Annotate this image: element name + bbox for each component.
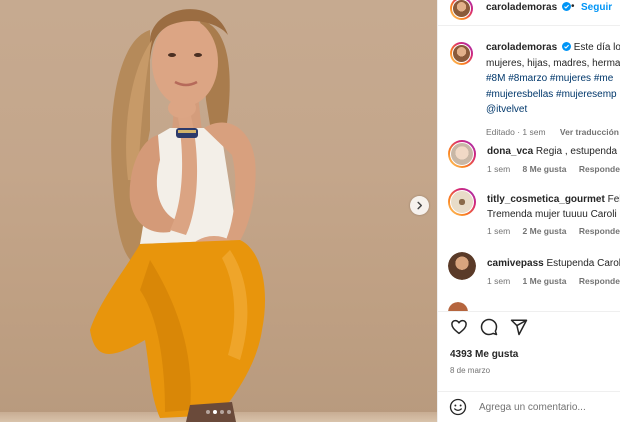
comment-text: Regia , estupenda . bbox=[535, 146, 620, 157]
post-actions bbox=[450, 318, 528, 336]
comment-meta: 1 sem 1 Me gusta Responder bbox=[487, 276, 620, 286]
comment-body: titly_cosmetica_gourmet Feli Tremenda mu… bbox=[487, 192, 620, 222]
comment-avatar[interactable] bbox=[448, 302, 468, 311]
comment-text: Feli bbox=[607, 194, 620, 205]
chevron-right-icon bbox=[417, 201, 423, 210]
follow-button[interactable]: Seguir bbox=[581, 2, 612, 13]
comment-body: camivepass Estupenda Carola bbox=[487, 256, 620, 271]
comment-time: 1 sem bbox=[487, 226, 511, 236]
next-image-button[interactable] bbox=[410, 196, 429, 215]
caption-hashtags-1[interactable]: #8M #8marzo #mujeres #me bbox=[486, 71, 620, 87]
comment-meta: 1 sem 2 Me gusta Responder bbox=[487, 226, 620, 236]
emoji-icon[interactable] bbox=[449, 398, 467, 416]
comment-likes[interactable]: 8 Me gusta bbox=[523, 164, 567, 174]
caption-meta: Editado · 1 sem Ver traducción bbox=[486, 127, 619, 137]
comment-likes[interactable]: 1 Me gusta bbox=[523, 276, 567, 286]
comment-likes[interactable]: 2 Me gusta bbox=[523, 226, 567, 236]
actions-divider bbox=[438, 311, 620, 312]
reply-button[interactable]: Responder bbox=[579, 276, 620, 286]
comment-time: 1 sem bbox=[487, 276, 511, 286]
comment-username[interactable]: dona_vca bbox=[487, 146, 533, 157]
caption-line-1: Este día lo bbox=[573, 42, 620, 53]
verified-badge-icon bbox=[561, 2, 571, 11]
post-media[interactable] bbox=[0, 0, 437, 422]
add-comment-bar bbox=[438, 391, 620, 422]
comment-meta: 1 sem 8 Me gusta Responder bbox=[487, 164, 620, 174]
author-avatar[interactable] bbox=[450, 0, 473, 20]
comment-username[interactable]: camivepass bbox=[487, 258, 544, 269]
reply-button[interactable]: Responder bbox=[579, 226, 620, 236]
send-icon[interactable] bbox=[510, 318, 528, 336]
post-sidebar: carolademoras • Seguir carolademoras Est… bbox=[437, 0, 620, 422]
comment-avatar[interactable] bbox=[448, 252, 476, 280]
author-username[interactable]: carolademoras bbox=[486, 2, 571, 13]
caption-hashtags-2[interactable]: #mujeresbellas #mujeresemp bbox=[486, 87, 620, 103]
carousel-dot-active bbox=[213, 410, 217, 414]
caption-avatar[interactable] bbox=[450, 42, 473, 65]
likes-count[interactable]: 4393 Me gusta bbox=[450, 349, 518, 360]
comment-avatar[interactable] bbox=[448, 140, 476, 168]
carousel-dot bbox=[220, 410, 224, 414]
comment-text-line-2: Tremenda mujer tuuuu Caroli bbox=[487, 209, 617, 220]
comment-time: 1 sem bbox=[487, 164, 511, 174]
comment-icon[interactable] bbox=[480, 318, 498, 336]
carousel-dot bbox=[206, 410, 210, 414]
verified-badge-icon bbox=[561, 42, 571, 51]
heart-icon[interactable] bbox=[450, 318, 468, 336]
comment-text: Estupenda Carola bbox=[546, 258, 620, 269]
caption-mention[interactable]: @itvelvet bbox=[486, 102, 620, 118]
caption-time: Editado · 1 sem bbox=[486, 127, 546, 137]
translate-link[interactable]: Ver traducción bbox=[560, 127, 619, 137]
comment-input[interactable] bbox=[479, 398, 619, 416]
caption-line-2: mujeres, hijas, madres, herma bbox=[486, 57, 620, 69]
post-date[interactable]: 8 de marzo bbox=[450, 366, 490, 375]
post-header: carolademoras • Seguir bbox=[438, 0, 620, 20]
comment-avatar[interactable] bbox=[448, 188, 476, 216]
carousel-dot bbox=[227, 410, 231, 414]
header-separator: • bbox=[571, 1, 575, 12]
caption-username[interactable]: carolademoras bbox=[486, 42, 557, 53]
comment-username[interactable]: titly_cosmetica_gourmet bbox=[487, 194, 605, 205]
carousel-dots bbox=[0, 410, 437, 414]
comment-body: dona_vca Regia , estupenda . bbox=[487, 144, 620, 159]
post-photo bbox=[90, 9, 266, 422]
reply-button[interactable]: Responder bbox=[579, 164, 620, 174]
comments-scroll-area[interactable]: carolademoras Este día lo mujeres, hijas… bbox=[438, 26, 620, 311]
caption-text: carolademoras Este día lo mujeres, hijas… bbox=[486, 40, 620, 118]
author-username-text[interactable]: carolademoras bbox=[486, 2, 557, 13]
